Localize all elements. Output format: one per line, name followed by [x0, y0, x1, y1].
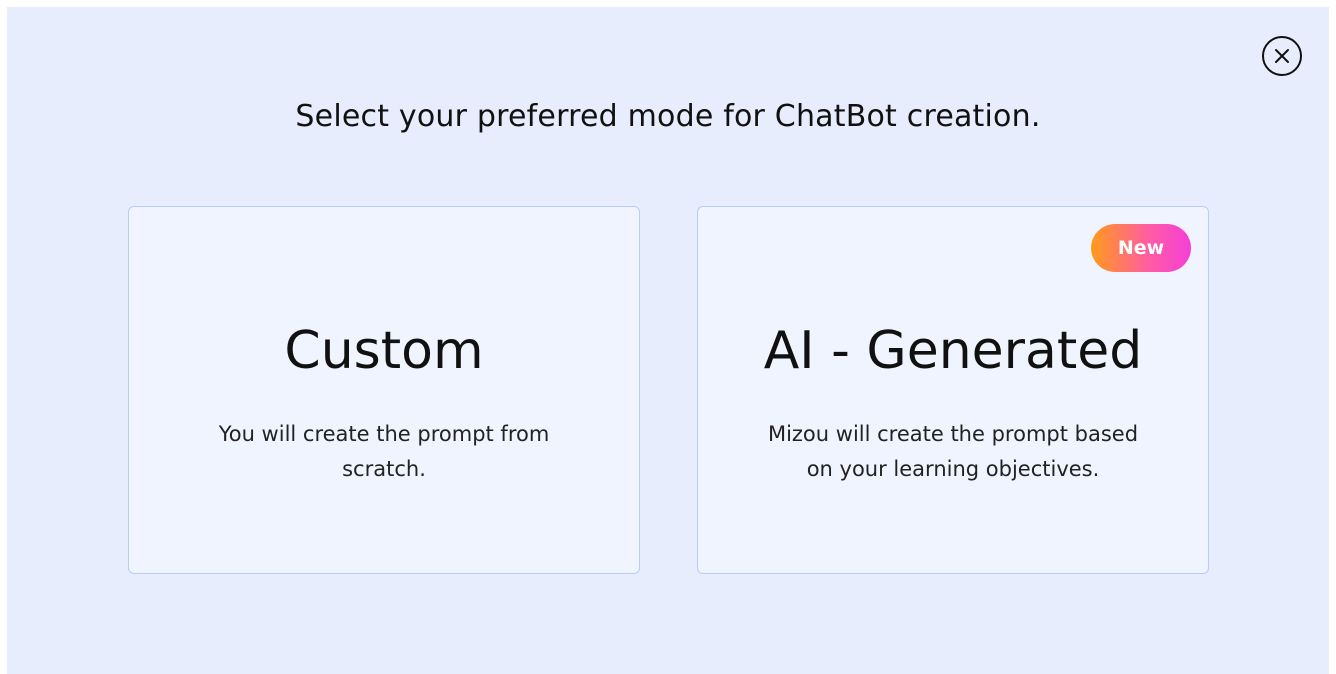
custom-mode-card[interactable]: Custom You will create the prompt from s… [128, 206, 640, 574]
new-badge: New [1091, 224, 1191, 272]
custom-mode-description: You will create the prompt from scratch. [218, 422, 550, 481]
ai-generated-mode-description: Mizou will create the prompt based on yo… [767, 422, 1139, 481]
close-button[interactable] [1262, 36, 1302, 76]
mode-selection-dialog: Select your preferred mode for ChatBot c… [7, 7, 1329, 674]
ai-generated-mode-card[interactable]: New AI - Generated Mizou will create the… [697, 206, 1209, 574]
close-icon [1275, 49, 1289, 63]
custom-mode-title: Custom [284, 321, 484, 381]
dialog-heading: Select your preferred mode for ChatBot c… [295, 99, 1041, 134]
ai-generated-mode-title: AI - Generated [763, 321, 1143, 381]
